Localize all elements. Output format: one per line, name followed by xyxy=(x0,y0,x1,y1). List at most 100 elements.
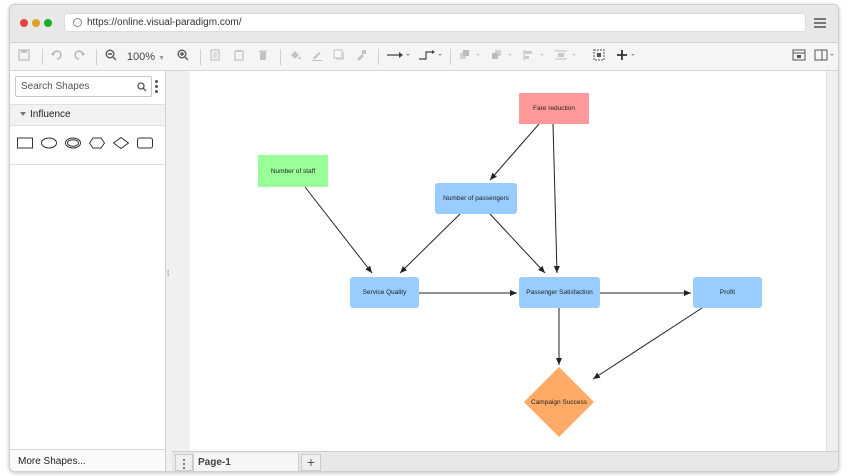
edge-passengers-to-satisfaction[interactable] xyxy=(489,213,546,274)
node-label: Fare reduction xyxy=(533,105,575,112)
undo-icon xyxy=(51,50,62,60)
url-bar[interactable]: https://online.visual-paradigm.com/ xyxy=(64,13,806,32)
node-number-of-passengers[interactable]: Number of passengers xyxy=(435,183,517,214)
to-front-icon xyxy=(460,50,480,59)
plus-icon: + xyxy=(306,454,316,470)
zoom-out-button[interactable] xyxy=(102,47,120,67)
duplicate-icon xyxy=(210,49,220,61)
fill-color-button[interactable] xyxy=(286,47,304,67)
rounded-rectangle-shape-icon[interactable] xyxy=(137,137,153,149)
node-service-quality[interactable]: Service Quality xyxy=(350,277,419,308)
insert-button[interactable] xyxy=(614,47,640,67)
edge-fare-to-passengers[interactable] xyxy=(489,123,540,181)
undo-button[interactable] xyxy=(46,47,66,67)
page-tab-bar: Page-1 + xyxy=(172,451,838,471)
rectangle-shape-icon[interactable] xyxy=(17,137,33,149)
close-window-button[interactable] xyxy=(20,19,28,27)
align-icon xyxy=(523,50,544,60)
zoom-level: 100% xyxy=(126,51,156,63)
delete-button[interactable] xyxy=(254,47,272,67)
paste-button[interactable] xyxy=(230,47,248,67)
edge-fare-to-satisfaction[interactable] xyxy=(552,123,560,274)
trash-icon xyxy=(259,50,267,60)
search-shapes-input[interactable]: Search Shapes xyxy=(15,76,152,97)
select-all-button[interactable] xyxy=(590,47,608,67)
zoom-out-icon xyxy=(105,49,117,61)
duplicate-button[interactable] xyxy=(206,47,224,67)
shadow-button[interactable] xyxy=(330,47,348,67)
select-area-icon xyxy=(593,49,605,61)
browser-menu-icon[interactable] xyxy=(814,18,826,28)
url-text: https://online.visual-paradigm.com/ xyxy=(87,17,242,28)
line-color-button[interactable] xyxy=(308,47,326,67)
influence-shapes-panel xyxy=(10,127,165,165)
connector-style-button[interactable] xyxy=(384,47,412,67)
edge-staff-to-service[interactable] xyxy=(304,186,373,274)
page-tab-label: Page-1 xyxy=(198,457,231,468)
plus-icon xyxy=(617,50,635,60)
hexagon-shape-icon[interactable] xyxy=(89,137,105,149)
format-painter-button[interactable] xyxy=(352,47,370,67)
pages-menu-button[interactable] xyxy=(175,454,193,471)
page-tab-page-1[interactable]: Page-1 xyxy=(193,453,299,471)
sidebar-panel-icon xyxy=(814,49,834,61)
collapse-handle-icon[interactable]: ⁞ xyxy=(167,269,169,278)
node-label: Number of staff xyxy=(270,167,316,175)
format-painter-icon xyxy=(357,50,366,61)
save-button[interactable] xyxy=(14,47,34,67)
node-passenger-satisfaction[interactable]: Passenger Satisfaction xyxy=(519,277,600,308)
connectors-layer xyxy=(304,123,703,437)
maximize-window-button[interactable] xyxy=(44,19,52,27)
elbow-connector-icon xyxy=(419,50,442,60)
chevron-down-icon: ▼ xyxy=(158,55,166,62)
node-label: Number of passengers xyxy=(443,195,509,202)
distribute-button[interactable] xyxy=(552,47,580,67)
align-button[interactable] xyxy=(520,47,548,67)
node-label: Passenger Satisfaction xyxy=(526,289,593,296)
section-title: Influence xyxy=(30,109,71,120)
page-info-icon[interactable] xyxy=(73,18,82,27)
redo-icon xyxy=(74,50,85,60)
pencil-icon xyxy=(312,52,322,61)
influence-section-header[interactable]: Influence xyxy=(10,104,165,126)
redo-button[interactable] xyxy=(70,47,90,67)
add-page-button[interactable]: + xyxy=(301,454,321,471)
caret-down-icon xyxy=(20,112,26,117)
to-back-icon xyxy=(492,50,512,59)
minimize-window-button[interactable] xyxy=(32,19,40,27)
paste-icon xyxy=(234,50,244,61)
zoom-dropdown[interactable]: 100% ▼ xyxy=(124,47,168,67)
browser-window: https://online.visual-paradigm.com/ 100%… xyxy=(9,4,839,472)
arrow-right-icon xyxy=(387,52,410,58)
more-shapes-button[interactable]: More Shapes... xyxy=(10,449,165,471)
diagram-canvas[interactable]: Fare reduction Number of staff Number of… xyxy=(190,71,828,451)
ellipse-shape-icon[interactable] xyxy=(41,137,57,149)
node-number-of-staff[interactable]: Number of staff xyxy=(258,155,328,187)
waypoints-button[interactable] xyxy=(416,47,444,67)
to-back-button[interactable] xyxy=(488,47,516,67)
double-ellipse-shape-icon[interactable] xyxy=(65,137,81,149)
diamond-shape-icon[interactable] xyxy=(113,137,129,149)
sidebar-menu-icon[interactable] xyxy=(155,80,158,93)
edge-profit-to-campaign[interactable] xyxy=(592,307,703,380)
search-icon[interactable] xyxy=(137,82,147,92)
toolbar-divider xyxy=(96,49,97,65)
outline-panel-button[interactable] xyxy=(812,47,838,67)
paint-bucket-icon xyxy=(291,51,301,60)
toolbar-divider xyxy=(378,49,379,65)
shape-library-sidebar: Search Shapes Influence More Shapes... xyxy=(10,71,166,471)
zoom-in-button[interactable] xyxy=(174,47,192,67)
distribute-icon xyxy=(555,50,576,60)
zoom-in-icon xyxy=(177,49,189,61)
shadow-icon xyxy=(333,49,344,60)
diagram-toolbar: 100% ▼ xyxy=(10,43,838,71)
save-icon xyxy=(18,49,30,61)
format-panel-icon xyxy=(792,49,806,61)
node-profit[interactable]: Profit xyxy=(693,277,762,308)
title-bar: https://online.visual-paradigm.com/ xyxy=(10,5,838,43)
edge-passengers-to-service[interactable] xyxy=(399,213,461,274)
vertical-scrollbar[interactable] xyxy=(826,71,838,451)
format-panel-button[interactable] xyxy=(790,47,808,67)
to-front-button[interactable] xyxy=(456,47,484,67)
node-fare-reduction[interactable]: Fare reduction xyxy=(519,93,589,124)
